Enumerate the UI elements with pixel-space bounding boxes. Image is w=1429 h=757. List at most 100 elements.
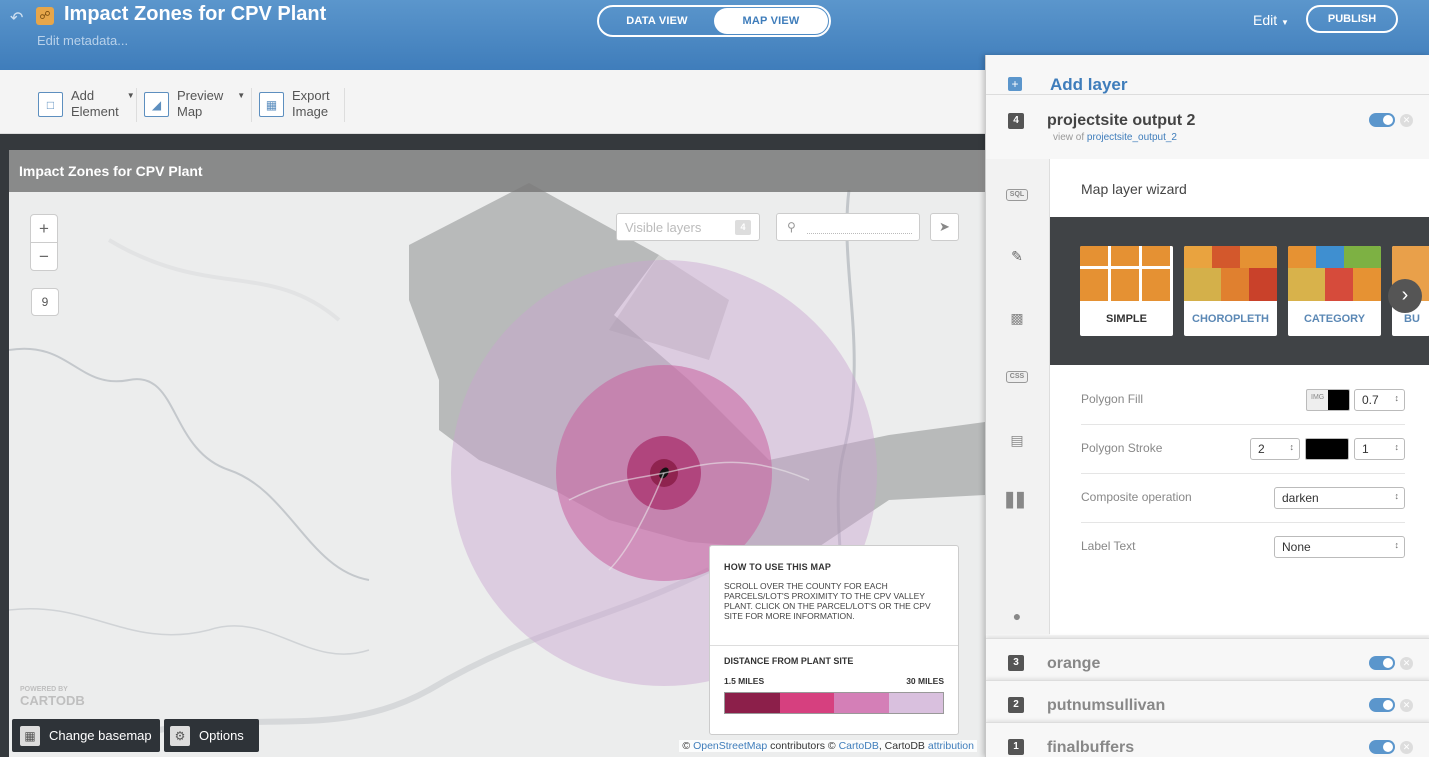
layer-name[interactable]: orange [1047, 655, 1100, 673]
layer-item[interactable]: 3 orange ✕ [986, 638, 1429, 680]
edit-metadata-link[interactable]: Edit metadata... [37, 33, 128, 48]
search-input-underline [807, 233, 912, 234]
add-element-label: Add Element [71, 88, 119, 119]
composite-operation-label: Composite operation [1081, 490, 1192, 504]
fill-opacity-stepper[interactable]: 0.7 [1354, 389, 1405, 411]
layer-number: 2 [1008, 697, 1024, 713]
visible-layers-dropdown[interactable]: Visible layers 4 [616, 213, 760, 241]
change-basemap-label: Change basemap [49, 728, 152, 743]
wizard-type-category[interactable]: CATEGORY [1288, 246, 1381, 336]
add-layer-button[interactable]: + Add layer [986, 55, 1429, 95]
image-icon: ▦ [259, 92, 284, 117]
close-icon[interactable]: ✕ [1400, 657, 1413, 670]
legend-range-max: 30 MILES [906, 676, 944, 686]
polygon-fill-row: Polygon Fill IMG 0.7 [1081, 376, 1405, 425]
legend-divider [710, 645, 958, 646]
layer-item[interactable]: 1 finalbuffers ✕ [986, 722, 1429, 757]
stroke-width-stepper[interactable]: 2 [1250, 438, 1300, 460]
label-text-row: Label Text None [1081, 523, 1405, 572]
map-layer-wizard: Map layer wizard SIMPLE CHOROPLETH CATEG… [1050, 159, 1429, 635]
wizard-type-choropleth[interactable]: CHOROPLETH [1184, 246, 1277, 336]
chevron-down-icon[interactable]: ▼ [237, 91, 245, 100]
wizard-type-carousel: SIMPLE CHOROPLETH CATEGORY BU › [1050, 217, 1429, 365]
chart-icon[interactable]: ▋▋ [1006, 491, 1028, 509]
sql-tool[interactable]: SQL [1006, 189, 1028, 201]
active-layer-header[interactable]: 4 projectsite output 2 view of projectsi… [986, 95, 1429, 159]
wizard-title: Map layer wizard [1081, 181, 1187, 197]
toolbar-divider [251, 88, 252, 122]
layer-name[interactable]: putnumsullivan [1047, 697, 1165, 715]
preview-map-label: Preview Map [177, 88, 224, 119]
map-attribution: © OpenStreetMap contributors © CartoDB, … [679, 740, 977, 752]
simple-thumbnail [1080, 246, 1173, 301]
layer-source: view of projectsite_output_2 [1053, 132, 1177, 143]
legend-color-bar [724, 692, 944, 714]
polygon-fill-label: Polygon Fill [1081, 392, 1144, 406]
watermark-logo: CARTODB [20, 693, 85, 708]
fill-image-picker[interactable]: IMG [1306, 389, 1350, 411]
polygon-stroke-row: Polygon Stroke 2 1 [1081, 425, 1405, 474]
data-view-tab[interactable]: DATA VIEW [600, 8, 714, 34]
view-of-label: view of [1053, 132, 1085, 143]
wizard-type-label: CHOROPLETH [1192, 313, 1269, 325]
layer-number: 1 [1008, 739, 1024, 755]
legend-icon[interactable]: ▤ [1006, 431, 1028, 449]
map-search-input[interactable]: ⚲ [776, 213, 920, 241]
layer-number: 4 [1008, 113, 1024, 129]
osm-link[interactable]: OpenStreetMap [693, 740, 767, 752]
stroke-opacity-stepper[interactable]: 1 [1354, 438, 1405, 460]
legend-color-swatch [725, 693, 780, 713]
paper-plane-icon[interactable]: ➤ [930, 213, 959, 241]
filter-icon[interactable]: ● [1006, 607, 1028, 625]
zoom-out-button[interactable]: − [30, 242, 58, 271]
back-arrow-icon[interactable]: ↶ [10, 8, 23, 28]
layer-name[interactable]: projectsite output 2 [1047, 112, 1195, 130]
layer-item[interactable]: 2 putnumsullivan ✕ [986, 680, 1429, 722]
layer-name[interactable]: finalbuffers [1047, 739, 1134, 757]
publish-button[interactable]: PUBLISH [1306, 5, 1398, 33]
view-toggle: DATA VIEW MAP VIEW [597, 5, 831, 37]
layer-visibility-toggle[interactable] [1369, 656, 1395, 670]
search-icon: ⚲ [787, 220, 796, 234]
cartodb-link[interactable]: CartoDB [839, 740, 879, 752]
close-icon[interactable]: ✕ [1400, 741, 1413, 754]
wizard-brush-icon[interactable]: ✎ [1006, 247, 1028, 265]
layer-visibility-toggle[interactable] [1369, 740, 1395, 754]
lock-icon[interactable]: ☍ [36, 7, 54, 25]
cartodb-watermark: POWERED BY CARTODB [20, 684, 85, 708]
layer-visibility-toggle[interactable] [1369, 113, 1395, 127]
edit-menu-label: Edit [1253, 12, 1278, 28]
attribution-text: contributors © [770, 740, 836, 752]
attribution-link[interactable]: attribution [928, 740, 974, 752]
map-title: Impact Zones for CPV Plant [9, 150, 985, 192]
stroke-color-picker[interactable] [1305, 438, 1349, 460]
close-icon[interactable]: ✕ [1400, 114, 1413, 127]
map-canvas[interactable]: Impact Zones for CPV Plant + − 9 Visible… [9, 150, 985, 757]
chevron-right-icon[interactable]: › [1388, 279, 1422, 313]
add-element-icon: □ [38, 92, 63, 117]
add-layer-label: Add layer [1050, 75, 1128, 94]
preview-icon: ◢ [144, 92, 169, 117]
legend-instructions: SCROLL OVER THE COUNTY FOR EACH PARCELS/… [724, 581, 931, 621]
composite-operation-select[interactable]: darken [1274, 487, 1405, 509]
label-text-select[interactable]: None [1274, 536, 1405, 558]
legend-color-swatch [834, 693, 889, 713]
wizard-type-simple[interactable]: SIMPLE [1080, 246, 1173, 336]
preview-map-button[interactable]: ◢ Preview Map ▼ [144, 88, 245, 122]
zoom-in-button[interactable]: + [30, 214, 58, 243]
export-image-button[interactable]: ▦ Export Image [259, 88, 330, 122]
infowindow-icon[interactable]: ▩ [1006, 309, 1028, 327]
css-tool[interactable]: CSS [1006, 371, 1028, 383]
chevron-down-icon[interactable]: ▼ [127, 91, 135, 100]
edit-menu[interactable]: Edit ▼ [1253, 12, 1289, 28]
map-view-tab[interactable]: MAP VIEW [714, 8, 828, 34]
change-basemap-button[interactable]: ▦ Change basemap [12, 719, 160, 752]
options-button[interactable]: ⚙ Options [164, 719, 259, 752]
page-title[interactable]: Impact Zones for CPV Plant [64, 3, 326, 26]
add-element-button[interactable]: □ Add Element ▼ [38, 88, 135, 122]
options-label: Options [199, 728, 244, 743]
layer-source-link[interactable]: projectsite_output_2 [1087, 132, 1177, 143]
layer-visibility-toggle[interactable] [1369, 698, 1395, 712]
attribution-prefix: © [682, 740, 691, 752]
close-icon[interactable]: ✕ [1400, 699, 1413, 712]
